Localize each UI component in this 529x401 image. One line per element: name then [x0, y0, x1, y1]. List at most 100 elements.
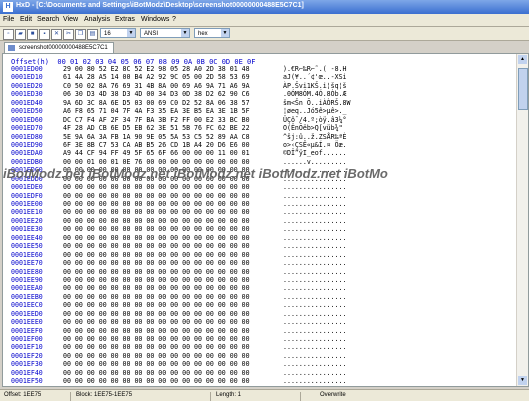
row-ascii[interactable]: ................ — [283, 208, 347, 216]
row-ascii[interactable]: ................ — [283, 284, 347, 292]
row-hex-bytes[interactable]: 00 00 00 00 00 00 00 00 00 00 00 00 00 0… — [63, 343, 283, 351]
hex-row[interactable]: 0001EE00 00 00 00 00 00 00 00 00 00 00 00… — [11, 200, 351, 208]
row-hex-bytes[interactable]: 00 00 01 00 01 0E 76 00 00 00 00 00 00 0… — [63, 158, 283, 166]
hex-row[interactable]: 0001EDF0 00 00 00 00 00 00 00 00 00 00 00… — [11, 192, 351, 200]
hex-row[interactable]: 0001EE40 00 00 00 00 00 00 00 00 00 00 00… — [11, 234, 351, 242]
row-hex-bytes[interactable]: 29 00 80 52 E2 8C 52 E2 98 05 28 A0 2D 3… — [63, 65, 283, 73]
row-ascii[interactable]: ................ — [283, 301, 347, 309]
menu-file[interactable]: File — [3, 16, 14, 23]
charset-select[interactable]: ANSI ▼ — [140, 28, 190, 38]
row-ascii[interactable]: ÜÇô¯/4.º;òÿ.â3¼° — [283, 116, 347, 124]
row-ascii[interactable]: ¦øeq..Jó5ê>µê>._ — [283, 107, 347, 115]
hex-rows[interactable]: 0001ED00 29 00 80 52 E2 8C 52 E2 98 05 28… — [11, 65, 351, 387]
row-hex-bytes[interactable]: A6 F8 65 71 04 7F 4A F3 35 EA 3E B5 EA 3… — [63, 107, 283, 115]
menu-view[interactable]: View — [63, 16, 78, 23]
row-ascii[interactable]: ................ — [283, 259, 347, 267]
hex-row[interactable]: 0001EE70 00 00 00 00 00 00 00 00 00 00 00… — [11, 259, 351, 267]
hex-row[interactable]: 0001EE20 00 00 00 00 00 00 00 00 00 00 00… — [11, 217, 351, 225]
row-ascii[interactable]: ................ — [283, 386, 347, 387]
row-ascii[interactable]: ................ — [283, 251, 347, 259]
row-hex-bytes[interactable]: 00 00 00 00 00 00 00 00 00 00 00 00 00 0… — [63, 192, 283, 200]
copy-icon[interactable]: ❐ — [75, 29, 86, 40]
row-hex-bytes[interactable]: 00 00 00 00 00 00 00 00 00 00 00 00 00 0… — [63, 234, 283, 242]
hex-row[interactable]: 0001ED10 61 4A 28 A5 14 00 B4 A2 92 9C 05… — [11, 73, 351, 81]
menu-help[interactable]: ? — [172, 16, 176, 23]
new-file-icon[interactable]: ▫ — [3, 29, 14, 40]
row-ascii[interactable]: O(­ËnÕëb>Q[vüb¾" — [283, 124, 343, 132]
row-hex-bytes[interactable]: 00 00 00 00 00 00 00 00 00 00 00 00 00 0… — [63, 369, 283, 377]
row-hex-bytes[interactable]: 00 00 00 00 00 00 00 00 00 00 00 00 00 0… — [63, 310, 283, 318]
row-ascii[interactable]: ................ — [283, 217, 347, 225]
hex-row[interactable]: 0001EF20 00 00 00 00 00 00 00 00 00 00 00… — [11, 352, 351, 360]
hex-row[interactable]: 0001EEF0 00 00 00 00 00 00 00 00 00 00 00… — [11, 327, 351, 335]
row-hex-bytes[interactable]: 00 00 00 00 00 00 00 00 00 00 00 00 00 0… — [63, 268, 283, 276]
row-ascii[interactable]: ................ — [283, 318, 347, 326]
title-bar[interactable]: H HxD - [C:\Documents and Settings\iBotM… — [0, 0, 529, 14]
row-hex-bytes[interactable]: 00 00 00 00 00 00 00 00 00 00 00 00 00 0… — [63, 318, 283, 326]
hex-row[interactable]: 0001EE10 00 00 00 00 00 00 00 00 00 00 00… — [11, 208, 351, 216]
close-doc-icon[interactable]: ✕ — [51, 29, 62, 40]
open-folder-icon[interactable]: ▰ — [15, 29, 26, 40]
row-ascii[interactable]: ................ — [283, 327, 347, 335]
cut-icon[interactable]: ✂ — [63, 29, 74, 40]
scroll-down-icon[interactable]: ▼ — [518, 376, 527, 385]
hex-row[interactable]: 0001ED40 9A 6D 3C 8A 6E D5 03 00 69 C0 D2… — [11, 99, 351, 107]
row-ascii[interactable]: ................ — [283, 352, 347, 360]
row-hex-bytes[interactable]: 00 00 00 00 00 00 00 00 00 00 00 00 00 0… — [63, 208, 283, 216]
menu-edit[interactable]: Edit — [20, 16, 32, 23]
vertical-scrollbar[interactable]: ▲ ▼ — [516, 54, 528, 386]
row-ascii[interactable]: ................ — [283, 242, 347, 250]
hex-row[interactable]: 0001ED80 5E 9A 6A 3A FB 1A 90 9E 05 5A 53… — [11, 133, 351, 141]
row-hex-bytes[interactable]: 00 00 00 00 00 00 00 00 00 00 00 00 00 0… — [63, 301, 283, 309]
row-hex-bytes[interactable]: 06 30 D3 4D 38 D3 4D 00 34 D3 0D 38 D2 6… — [63, 90, 283, 98]
hex-row[interactable]: 0001EF10 00 00 00 00 00 00 00 00 00 00 00… — [11, 343, 351, 351]
menu-extras[interactable]: Extras — [115, 16, 135, 23]
row-hex-bytes[interactable]: 00 00 00 00 00 00 00 00 00 00 00 00 00 0… — [63, 242, 283, 250]
row-hex-bytes[interactable]: 6F 3E 8B C7 53 CA AB B5 26 CD 1B A4 20 D… — [63, 141, 283, 149]
row-hex-bytes[interactable]: 00 00 00 00 00 00 00 00 00 00 00 00 00 0… — [63, 293, 283, 301]
row-hex-bytes[interactable]: 00 00 00 00 00 00 00 00 00 00 00 00 00 0… — [63, 225, 283, 233]
scroll-up-icon[interactable]: ▲ — [518, 55, 527, 64]
row-hex-bytes[interactable]: 00 00 00 00 00 00 00 00 00 00 00 00 00 0… — [63, 360, 283, 368]
row-ascii[interactable]: ................ — [283, 377, 347, 385]
row-ascii[interactable]: ................ — [283, 276, 347, 284]
row-hex-bytes[interactable]: 5E 9A 6A 3A FB 1A 90 9E 05 5A 53 C5 52 8… — [63, 133, 283, 141]
bytes-per-row-select[interactable]: 16 ▼ — [100, 28, 136, 38]
row-ascii[interactable]: ................ — [283, 310, 347, 318]
hex-row[interactable]: 0001ED00 29 00 80 52 E2 8C 52 E2 98 05 28… — [11, 65, 351, 73]
row-ascii[interactable]: ......v......... — [283, 158, 347, 166]
save-icon[interactable]: ■ — [27, 29, 38, 40]
hex-row[interactable]: 0001EF40 00 00 00 00 00 00 00 00 00 00 00… — [11, 369, 351, 377]
row-hex-bytes[interactable]: 00 00 00 00 00 00 00 00 00 00 00 00 00 0… — [63, 377, 283, 385]
menu-analysis[interactable]: Analysis — [84, 16, 110, 23]
row-ascii[interactable]: ................ — [283, 200, 347, 208]
row-hex-bytes[interactable]: 61 4A 28 A5 14 00 B4 A2 92 9C 05 00 2D 5… — [63, 73, 283, 81]
hex-row[interactable]: 0001EEE0 00 00 00 00 00 00 00 00 00 00 00… — [11, 318, 351, 326]
row-ascii[interactable]: ).€R⌐‰R⌐˜.( -8.H — [283, 65, 347, 73]
row-hex-bytes[interactable]: DC C7 F4 AF 2F 34 7F BA 3B F2 FF 00 E2 3… — [63, 116, 283, 124]
hex-row[interactable]: 0001EEC0 00 00 00 00 00 00 00 00 00 00 00… — [11, 301, 351, 309]
hex-row[interactable]: 0001EE60 00 00 00 00 00 00 00 00 00 00 00… — [11, 251, 351, 259]
hex-row[interactable]: 0001EF50 00 00 00 00 00 00 00 00 00 00 00… — [11, 377, 351, 385]
display-mode-select[interactable]: hex ▼ — [194, 28, 230, 38]
menu-search[interactable]: Search — [37, 16, 59, 23]
row-hex-bytes[interactable]: 9A 6D 3C 8A 6E D5 03 00 69 C0 D2 52 8A 0… — [63, 99, 283, 107]
hex-row[interactable]: 0001EEB0 00 00 00 00 00 00 00 00 00 00 00… — [11, 293, 351, 301]
row-ascii[interactable]: ................ — [283, 335, 347, 343]
hex-row[interactable]: 0001EE90 00 00 00 00 00 00 00 00 00 00 00… — [11, 276, 351, 284]
row-ascii[interactable]: aJ(¥..´¢'œ..-XSi — [283, 73, 347, 81]
hex-row[interactable]: 0001ED50 A6 F8 65 71 04 7F 4A F3 35 EA 3E… — [11, 107, 351, 115]
row-hex-bytes[interactable]: 00 00 00 00 00 00 00 00 00 00 00 00 00 0… — [63, 183, 283, 191]
row-hex-bytes[interactable]: 00 00 00 00 00 00 00 00 00 00 00 00 00 0… — [63, 276, 283, 284]
row-ascii[interactable]: .0ÓM8ÓM.4Ó.8Òb.Æ — [283, 90, 347, 98]
row-hex-bytes[interactable]: 00 00 00 00 00 00 00 00 00 00 00 00 00 0… — [63, 200, 283, 208]
row-hex-bytes[interactable]: C0 50 02 8A 76 69 31 4B 8A 00 69 A6 9A 7… — [63, 82, 283, 90]
scroll-thumb[interactable] — [518, 68, 528, 110]
row-ascii[interactable]: ................ — [283, 360, 347, 368]
hex-row[interactable]: 0001EDA0 A9 44 CF 94 FF 49 5F 65 6F 66 00… — [11, 149, 351, 157]
row-ascii[interactable]: ©DÏ”ÿI_eof...... — [283, 149, 347, 157]
hex-row[interactable]: 0001ED60 DC C7 F4 AF 2F 34 7F BA 3B F2 FF… — [11, 116, 351, 124]
row-hex-bytes[interactable]: 00 00 00 00 00 00 00 00 00 00 00 00 00 0… — [63, 284, 283, 292]
row-ascii[interactable]: ................ — [283, 268, 347, 276]
row-ascii[interactable]: ^šj:û..ž.ZSÅR‰ªÈ — [283, 133, 347, 141]
